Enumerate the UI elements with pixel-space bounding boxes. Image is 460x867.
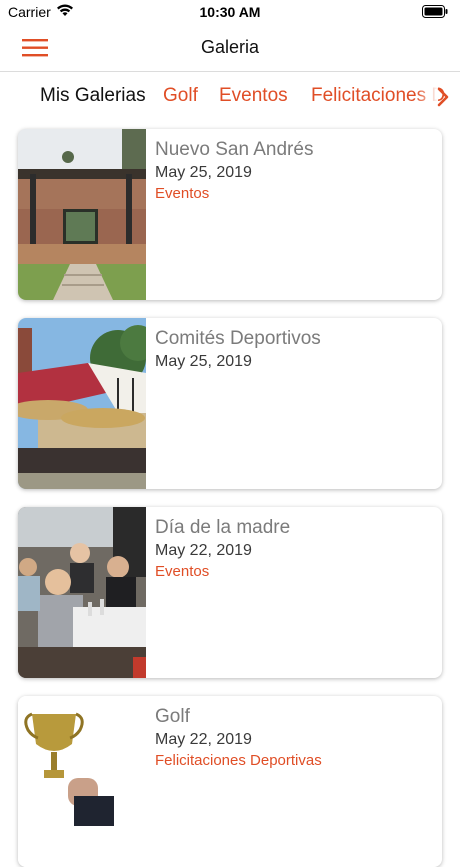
tab-mis-galerias[interactable]: Mis Galerias: [40, 85, 146, 107]
gallery-category: Felicitaciones Deportivas: [155, 752, 322, 769]
gallery-date: May 22, 2019: [155, 731, 252, 748]
gallery-thumbnail-trophy: [18, 696, 146, 867]
gallery-card[interactable]: Día de la madre May 22, 2019 Eventos: [18, 507, 442, 678]
gallery-thumbnail-clubhouse: [18, 318, 146, 489]
gallery-tabs: Mis Galerias Golf Eventos Felicitaciones…: [0, 72, 460, 122]
gallery-title: Nuevo San Andrés: [155, 139, 314, 160]
tabs-fade: [416, 72, 438, 122]
gallery-card[interactable]: Nuevo San Andrés May 25, 2019 Eventos: [18, 129, 442, 300]
status-bar: Carrier 10:30 AM: [0, 0, 460, 24]
clock: 10:30 AM: [199, 4, 261, 20]
gallery-card[interactable]: Comités Deportivos May 25, 2019: [18, 318, 442, 489]
page-title: Galeria: [200, 37, 260, 57]
gallery-date: May 25, 2019: [155, 164, 252, 181]
gallery-thumbnail-dinner: [18, 507, 146, 678]
navigation-bar: Galeria: [0, 24, 460, 72]
gallery-date: May 22, 2019: [155, 542, 252, 559]
gallery-thumbnail-house: [18, 129, 146, 300]
tab-eventos[interactable]: Eventos: [219, 85, 288, 107]
gallery-category: Eventos: [155, 185, 210, 202]
tab-golf[interactable]: Golf: [163, 85, 198, 107]
gallery-title: Golf: [155, 706, 190, 727]
chevron-right-icon[interactable]: [436, 86, 450, 108]
gallery-title: Comités Deportivos: [155, 328, 321, 349]
gallery-card[interactable]: Golf May 22, 2019 Felicitaciones Deporti…: [18, 696, 442, 867]
gallery-title: Día de la madre: [155, 517, 291, 538]
battery-icon: [422, 5, 448, 21]
gallery-date: May 25, 2019: [155, 353, 252, 370]
gallery-category: Eventos: [155, 563, 210, 580]
